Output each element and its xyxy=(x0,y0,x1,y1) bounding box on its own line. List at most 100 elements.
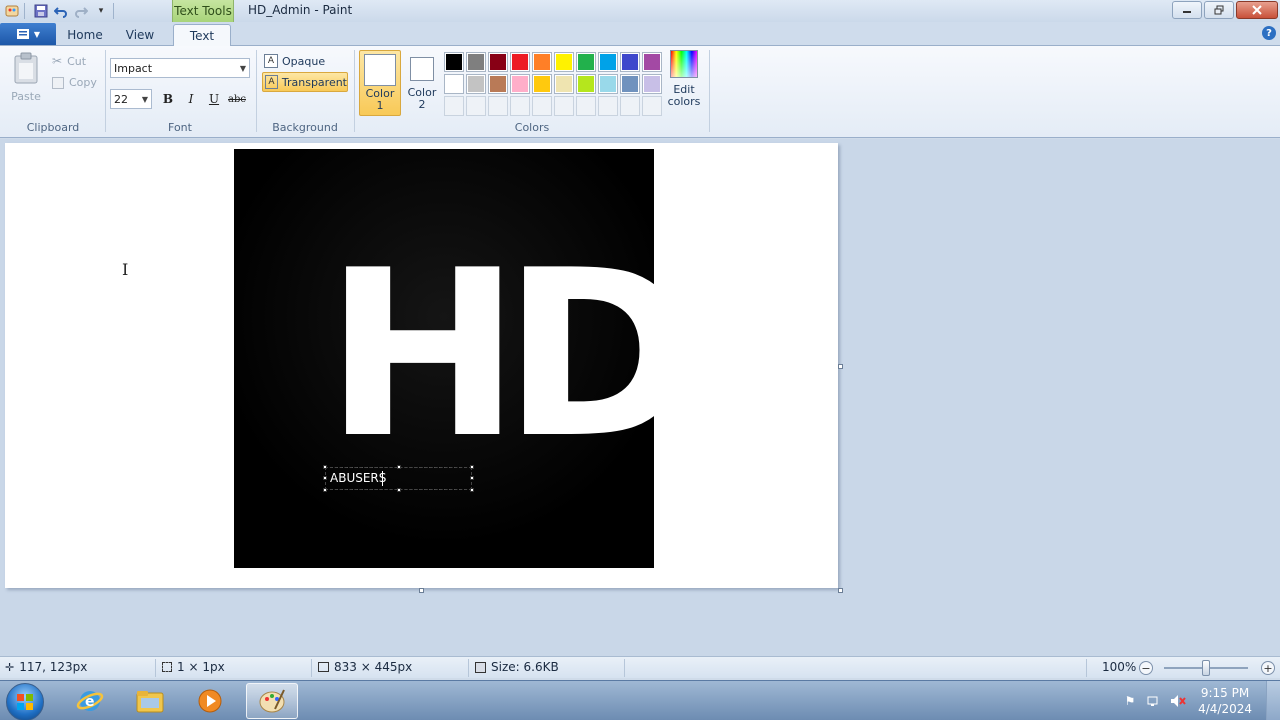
resize-handle[interactable] xyxy=(323,465,327,469)
status-separator xyxy=(468,659,469,677)
media-player-taskbar-button[interactable] xyxy=(184,683,236,719)
font-family-value: Impact xyxy=(114,61,153,75)
zoom-slider-thumb[interactable] xyxy=(1202,660,1210,676)
help-icon[interactable]: ? xyxy=(1262,26,1276,40)
status-separator xyxy=(624,659,625,677)
copy-button[interactable]: Copy xyxy=(52,76,97,89)
hd-logo-text: HD xyxy=(324,222,698,489)
work-area[interactable]: HD ABUSERS I xyxy=(0,139,1280,656)
selection-icon xyxy=(162,662,172,672)
chevron-down-icon: ▼ xyxy=(141,94,148,104)
resize-handle[interactable] xyxy=(397,465,401,469)
opaque-icon: A xyxy=(264,54,278,68)
cursor-position-value: 117, 123px xyxy=(19,660,88,674)
redo-icon[interactable] xyxy=(73,3,89,19)
action-center-flag-icon[interactable]: ⚑ xyxy=(1122,693,1138,709)
hd-logo-image: HD ABUSERS xyxy=(234,149,697,568)
selection-size: 1 × 1px xyxy=(162,660,225,674)
close-button[interactable] xyxy=(1236,1,1278,19)
svg-text:e: e xyxy=(85,694,95,710)
title-bar: ▾ Text Tools HD_Admin - Paint xyxy=(0,0,1280,22)
font-size-value: 22 xyxy=(114,92,128,106)
drawing-canvas[interactable]: HD ABUSERS I xyxy=(5,143,838,588)
image-size-value: 833 × 445px xyxy=(334,660,413,674)
minimize-button[interactable] xyxy=(1172,1,1202,19)
copy-icon xyxy=(52,76,64,89)
save-icon[interactable] xyxy=(33,3,49,19)
colors-group: Colors xyxy=(356,48,708,136)
zoom-out-button[interactable]: − xyxy=(1139,661,1153,675)
volume-muted-icon[interactable] xyxy=(1170,693,1186,709)
bold-button[interactable]: B xyxy=(158,89,178,109)
ribbon: Paste ✂ Cut Copy Clipboard Impact ▼ 22 ▼… xyxy=(0,46,1280,138)
resize-handle[interactable] xyxy=(323,488,327,492)
paint-taskbar-button[interactable] xyxy=(246,683,298,719)
ribbon-tab-row: ▼ Home View Text ? xyxy=(0,22,1280,47)
clipboard-icon xyxy=(14,52,38,84)
zoom-level: 100% xyxy=(1102,660,1136,674)
cut-button[interactable]: ✂ Cut xyxy=(52,54,86,68)
group-separator xyxy=(709,50,710,132)
font-family-select[interactable]: Impact ▼ xyxy=(110,58,250,78)
opaque-label: Opaque xyxy=(282,54,326,68)
text-entry-box[interactable]: ABUSERS xyxy=(323,465,474,492)
paint-menu-button[interactable]: ▼ xyxy=(0,23,56,45)
scissors-icon: ✂ xyxy=(52,54,63,68)
group-separator xyxy=(354,50,355,132)
status-separator xyxy=(311,659,312,677)
canvas-resize-handle-corner[interactable] xyxy=(838,588,843,593)
strikethrough-button[interactable]: abc xyxy=(227,89,247,109)
copy-label: Copy xyxy=(69,76,97,89)
internet-explorer-icon: e xyxy=(76,691,104,711)
canvas-resize-handle-bottom[interactable] xyxy=(419,588,424,593)
opaque-button[interactable]: A Opaque xyxy=(262,51,348,71)
zoom-in-button[interactable]: + xyxy=(1261,661,1275,675)
file-size: Size: 6.6KB xyxy=(475,660,559,674)
italic-button[interactable]: I xyxy=(181,89,201,109)
move-cross-icon: ✛ xyxy=(5,660,15,674)
internet-explorer-taskbar-button[interactable]: e xyxy=(64,683,116,719)
text-tools-contextual-tab: Text Tools xyxy=(172,0,234,22)
image-size: 833 × 445px xyxy=(318,660,412,674)
underline-button[interactable]: U xyxy=(204,89,224,109)
paste-label: Paste xyxy=(11,90,41,103)
tab-home[interactable]: Home xyxy=(62,24,108,46)
status-separator xyxy=(155,659,156,677)
colors-group-label: Colors xyxy=(514,121,550,134)
network-icon[interactable] xyxy=(1146,693,1162,709)
cut-label: Cut xyxy=(67,54,87,68)
text-entry-value: ABUSERS xyxy=(330,471,387,485)
tab-view[interactable]: View xyxy=(118,24,162,46)
windows-logo-icon xyxy=(17,694,33,710)
file-size-value: Size: 6.6KB xyxy=(491,660,559,674)
start-button[interactable] xyxy=(6,683,44,720)
file-explorer-taskbar-button[interactable] xyxy=(124,683,176,719)
show-desktop-button[interactable] xyxy=(1266,681,1280,720)
status-separator xyxy=(1086,659,1087,677)
clock-time: 9:15 PM xyxy=(1200,686,1250,700)
resize-handle[interactable] xyxy=(323,476,327,480)
window-title: HD_Admin - Paint xyxy=(248,3,353,17)
transparent-icon: A xyxy=(265,75,278,89)
resize-handle[interactable] xyxy=(470,488,474,492)
system-clock[interactable]: 9:15 PM 4/4/2024 xyxy=(1198,685,1252,717)
disk-icon xyxy=(475,661,486,673)
font-size-select[interactable]: 22 ▼ xyxy=(110,89,152,109)
tab-text[interactable]: Text xyxy=(173,24,231,47)
qat-separator xyxy=(24,3,25,19)
transparent-button[interactable]: A Transparent xyxy=(262,72,348,92)
restore-button[interactable] xyxy=(1204,1,1234,19)
undo-icon[interactable] xyxy=(53,3,69,19)
resize-handle[interactable] xyxy=(397,488,401,492)
cursor-position: ✛ 117, 123px xyxy=(5,660,87,674)
media-player-icon xyxy=(198,689,222,713)
text-caret xyxy=(382,471,383,486)
paste-button[interactable]: Paste xyxy=(8,52,44,108)
resize-handle[interactable] xyxy=(470,465,474,469)
clock-date: 4/4/2024 xyxy=(1198,702,1252,716)
paint-app-icon[interactable] xyxy=(4,3,20,19)
canvas-resize-handle-right[interactable] xyxy=(838,364,843,369)
resize-handle[interactable] xyxy=(470,476,474,480)
customize-qat-icon[interactable]: ▾ xyxy=(93,3,109,19)
paint-palette-icon xyxy=(259,689,285,713)
